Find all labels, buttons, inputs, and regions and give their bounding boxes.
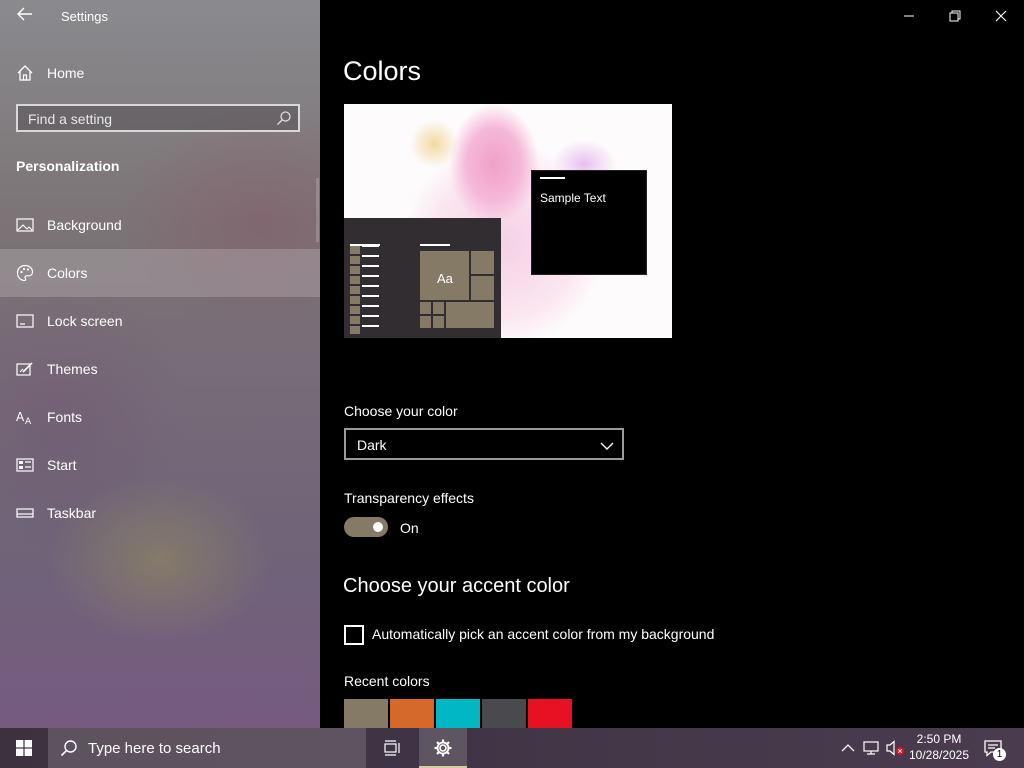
choose-color-dropdown[interactable]: Dark <box>344 428 624 460</box>
auto-pick-checkbox[interactable] <box>344 625 364 645</box>
sidebar-item-themes[interactable]: Themes <box>0 345 320 393</box>
sidebar-item-colors[interactable]: Colors <box>0 249 320 297</box>
themes-icon <box>16 360 34 378</box>
search-icon[interactable] <box>276 110 292 131</box>
volume-muted-icon <box>886 740 904 756</box>
clock-time: 2:50 PM <box>916 732 962 746</box>
task-view-button[interactable] <box>368 728 416 768</box>
preview-tile <box>446 302 494 328</box>
svg-text:A: A <box>25 417 32 425</box>
taskbar-settings-app[interactable] <box>419 728 467 768</box>
network-tray-button[interactable] <box>860 728 882 768</box>
preview-app-list <box>350 246 360 336</box>
sidebar-item-lock-screen[interactable]: Lock screen <box>0 297 320 345</box>
sidebar-item-label: Themes <box>47 361 98 377</box>
taskbar-clock[interactable]: 2:50 PM 10/28/2025 <box>906 731 972 763</box>
taskbar-icon <box>16 504 34 522</box>
preview-tile <box>471 276 494 300</box>
image-icon <box>16 216 34 234</box>
preview-tile <box>420 316 431 328</box>
clock-date: 10/28/2025 <box>908 748 970 762</box>
page-title: Colors <box>343 56 422 86</box>
start-icon <box>16 456 34 474</box>
volume-tray-button[interactable] <box>884 728 906 768</box>
restore-button[interactable] <box>932 0 978 32</box>
sidebar-item-home[interactable]: Home <box>0 49 320 97</box>
preview-tile <box>420 302 431 314</box>
sidebar-item-start[interactable]: Start <box>0 441 320 489</box>
recent-color-swatch[interactable] <box>436 699 480 728</box>
home-icon <box>16 64 34 82</box>
sidebar-item-label: Home <box>47 65 85 81</box>
app-title: Settings <box>61 9 108 24</box>
color-preview: Aa Sample Text <box>344 104 672 338</box>
toggle-knob <box>373 522 383 532</box>
recent-color-swatch[interactable] <box>344 699 388 728</box>
windows-logo-icon <box>16 740 32 756</box>
choose-color-label: Choose your color <box>344 403 458 419</box>
restore-icon <box>949 10 961 22</box>
preview-tile-text: Aa <box>437 271 453 286</box>
sidebar-item-label: Colors <box>47 265 88 281</box>
preview-window: Sample Text <box>531 170 647 275</box>
taskbar-search[interactable]: Type here to search <box>48 728 366 768</box>
transparency-toggle[interactable] <box>344 517 388 537</box>
sidebar-item-label: Background <box>47 217 122 233</box>
recent-colors-label: Recent colors <box>344 673 430 689</box>
find-setting-search[interactable] <box>16 104 300 132</box>
show-hidden-icons-button[interactable] <box>838 728 858 768</box>
sidebar: Settings Home Personalization Background… <box>0 0 320 728</box>
preview-tile <box>433 316 444 328</box>
minimize-button[interactable] <box>886 0 932 32</box>
fonts-icon: AA <box>16 408 34 426</box>
action-center-button[interactable]: 1 <box>978 728 1008 768</box>
auto-pick-label[interactable]: Automatically pick an accent color from … <box>372 626 714 642</box>
network-icon <box>863 741 879 755</box>
recent-color-swatch[interactable] <box>528 699 572 728</box>
close-icon <box>995 10 1007 22</box>
preview-tile <box>471 251 494 274</box>
preview-tiles: Aa <box>420 251 494 338</box>
sidebar-item-label: Fonts <box>47 409 83 425</box>
back-button[interactable] <box>14 6 36 26</box>
task-view-icon <box>384 740 400 756</box>
close-button[interactable] <box>978 0 1024 32</box>
recent-color-swatch[interactable] <box>390 699 434 728</box>
preview-app-lines <box>362 245 379 335</box>
sidebar-item-taskbar[interactable]: Taskbar <box>0 489 320 537</box>
sidebar-item-label: Taskbar <box>47 505 97 521</box>
preview-tile-large: Aa <box>420 251 469 300</box>
search-icon <box>60 739 78 762</box>
main-pane: Colors Aa Sample Text Choose your color … <box>320 0 1024 728</box>
transparency-label: Transparency effects <box>344 490 474 506</box>
sidebar-item-background[interactable]: Background <box>0 201 320 249</box>
taskbar-search-placeholder: Type here to search <box>88 740 221 757</box>
taskbar: Type here to search 2:50 PM 10/28/2025 1 <box>0 728 1024 768</box>
recent-color-swatch[interactable] <box>482 699 526 728</box>
preview-sample-text: Sample Text <box>540 191 606 205</box>
chevron-up-icon <box>841 744 855 752</box>
palette-icon <box>16 264 34 282</box>
start-button[interactable] <box>0 728 48 768</box>
dropdown-value: Dark <box>357 437 387 453</box>
preview-tile <box>433 302 444 314</box>
section-heading: Personalization <box>16 158 120 174</box>
notification-count-badge: 1 <box>993 748 1006 761</box>
sidebar-item-label: Lock screen <box>47 313 123 329</box>
svg-text:A: A <box>16 410 25 424</box>
gear-icon <box>434 739 452 757</box>
back-arrow-icon <box>17 7 32 21</box>
sidebar-item-label: Start <box>47 457 77 473</box>
lock-screen-icon <box>16 312 34 330</box>
preview-start-panel: Aa <box>344 218 501 338</box>
chevron-down-icon <box>600 438 614 456</box>
sidebar-item-fonts[interactable]: AA Fonts <box>0 393 320 441</box>
minimize-icon <box>904 15 914 17</box>
accent-color-heading: Choose your accent color <box>343 575 570 597</box>
search-input[interactable] <box>18 106 280 132</box>
preview-line <box>420 244 450 246</box>
preview-window-bar <box>540 177 565 179</box>
toggle-state: On <box>400 520 419 536</box>
